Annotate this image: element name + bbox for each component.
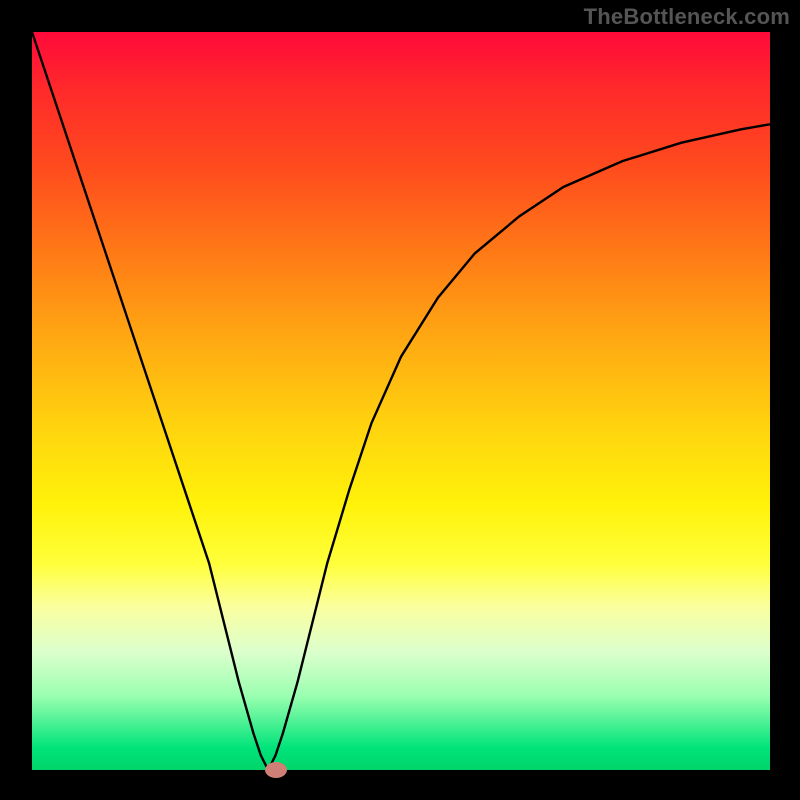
watermark-label: TheBottleneck.com	[584, 4, 790, 30]
bottleneck-curve	[32, 32, 770, 770]
chart-frame: TheBottleneck.com	[0, 0, 800, 800]
optimal-point-marker	[265, 762, 287, 778]
plot-area	[32, 32, 770, 770]
curve-svg	[32, 32, 770, 770]
